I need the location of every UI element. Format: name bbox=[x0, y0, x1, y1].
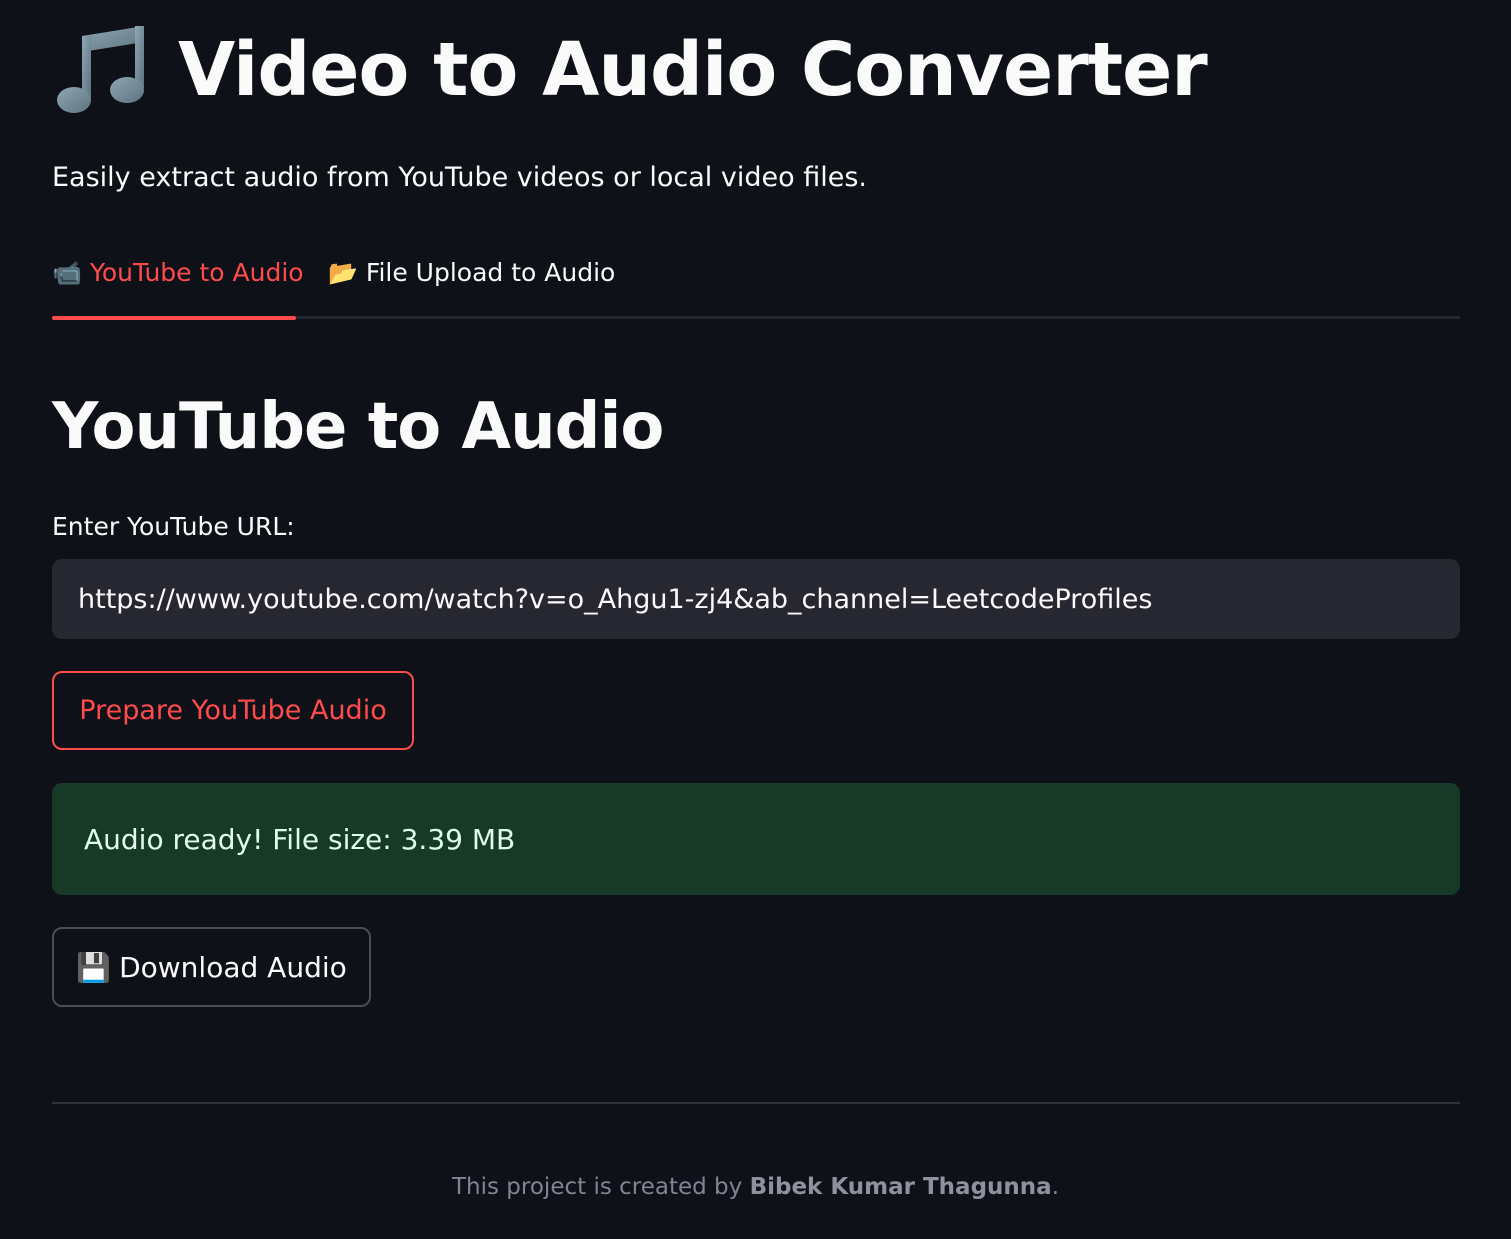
tab-file-upload-to-audio[interactable]: 📂 File Upload to Audio bbox=[328, 258, 615, 287]
tab-youtube-to-audio[interactable]: 📹 YouTube to Audio bbox=[52, 258, 304, 287]
url-label: Enter YouTube URL: bbox=[52, 512, 295, 541]
footer-credit: This project is created by Bibek Kumar T… bbox=[0, 1174, 1511, 1200]
active-tab-indicator bbox=[52, 316, 296, 320]
prepare-youtube-audio-button[interactable]: Prepare YouTube Audio bbox=[52, 671, 414, 750]
open-folder-icon: 📂 bbox=[328, 258, 358, 287]
success-alert: Audio ready! File size: 3.39 MB bbox=[52, 783, 1460, 895]
tab-bar: 📹 YouTube to Audio 📂 File Upload to Audi… bbox=[52, 250, 1460, 322]
youtube-url-input[interactable] bbox=[52, 559, 1460, 639]
video-camera-icon: 📹 bbox=[52, 258, 82, 287]
download-audio-button[interactable]: 💾 Download Audio bbox=[52, 927, 371, 1007]
page-title-text: Video to Audio Converter bbox=[178, 27, 1208, 113]
tab-youtube-label: YouTube to Audio bbox=[89, 258, 304, 287]
page-subtitle: Easily extract audio from YouTube videos… bbox=[52, 162, 867, 193]
floppy-disk-icon: 💾 bbox=[76, 950, 112, 984]
download-audio-label: Download Audio bbox=[119, 950, 347, 984]
music-note-icon bbox=[52, 22, 156, 118]
footer-prefix: This project is created by bbox=[452, 1174, 750, 1200]
tab-file-upload-label: File Upload to Audio bbox=[365, 258, 616, 287]
footer-divider bbox=[52, 1102, 1460, 1104]
app-page: Video to Audio Converter Easily extract … bbox=[0, 0, 1511, 1239]
footer-suffix: . bbox=[1051, 1174, 1059, 1200]
success-message: Audio ready! File size: 3.39 MB bbox=[84, 822, 516, 856]
footer-author: Bibek Kumar Thagunna bbox=[749, 1174, 1052, 1200]
page-title: Video to Audio Converter bbox=[52, 22, 1208, 118]
section-heading: YouTube to Audio bbox=[52, 390, 664, 464]
